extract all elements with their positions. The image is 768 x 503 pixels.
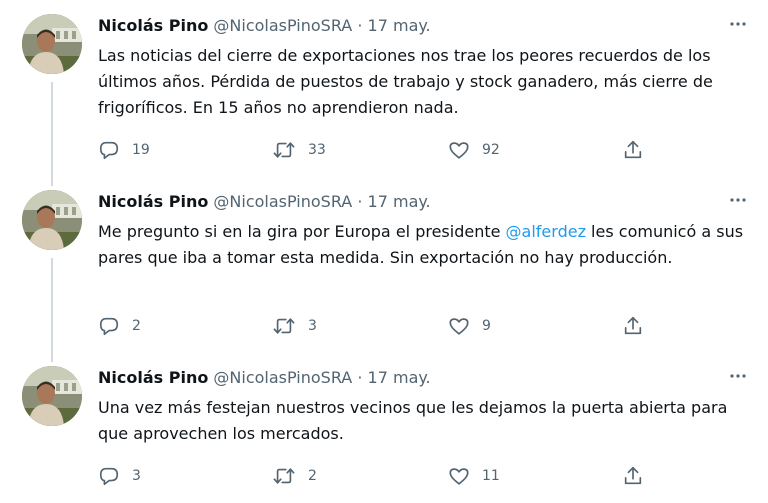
avatar[interactable]: [22, 190, 82, 250]
reply-icon: [99, 141, 119, 160]
tweet-text-body: Una vez más festejan nuestros vecinos qu…: [98, 398, 728, 443]
reply-button[interactable]: 2: [98, 314, 141, 338]
tweet-actions: 2 3 9: [98, 314, 658, 338]
author-handle[interactable]: @NicolasPinoSRA: [213, 16, 352, 35]
avatar-photo: [22, 14, 82, 74]
reply-count: 19: [132, 142, 150, 158]
more-icon: [730, 198, 746, 202]
share-icon: [624, 466, 642, 485]
more-options-button[interactable]: [728, 370, 748, 382]
like-count: 9: [482, 318, 491, 334]
like-icon: [449, 142, 469, 159]
more-icon: [730, 374, 746, 378]
tweet-text: Me pregunto si en la gira por Europa el …: [98, 219, 750, 271]
reply-icon: [99, 467, 119, 486]
header-separator: ·: [357, 16, 363, 35]
share-icon: [624, 316, 642, 335]
reply-button[interactable]: 19: [98, 138, 150, 162]
more-options-button[interactable]: [728, 18, 748, 30]
tweet-text: Una vez más festejan nuestros vecinos qu…: [98, 395, 750, 447]
tweet-date[interactable]: 17 may.: [368, 192, 431, 211]
share-button[interactable]: [622, 138, 644, 162]
tweet[interactable]: Nicolás Pino @NicolasPinoSRA · 17 may. L…: [0, 14, 768, 174]
author-handle[interactable]: @NicolasPinoSRA: [213, 368, 352, 387]
like-icon: [449, 468, 469, 485]
like-button[interactable]: 11: [448, 464, 500, 488]
author-handle[interactable]: @NicolasPinoSRA: [213, 192, 352, 211]
tweet-date[interactable]: 17 may.: [368, 16, 431, 35]
reply-count: 3: [132, 468, 141, 484]
user-mention-link[interactable]: @alferdez: [506, 222, 586, 241]
retweet-count: 33: [308, 142, 326, 158]
more-options-button[interactable]: [728, 194, 748, 206]
tweet-text-body: Las noticias del cierre de exportaciones…: [98, 46, 713, 117]
like-button[interactable]: 92: [448, 138, 500, 162]
header-separator: ·: [357, 368, 363, 387]
avatar[interactable]: [22, 366, 82, 426]
like-button[interactable]: 9: [448, 314, 491, 338]
retweet-count: 2: [308, 468, 317, 484]
share-icon: [624, 140, 642, 159]
like-icon: [449, 318, 469, 335]
author-name[interactable]: Nicolás Pino: [98, 16, 208, 35]
retweet-button[interactable]: 33: [272, 138, 326, 162]
header-separator: ·: [357, 192, 363, 211]
tweet-actions: 3 2 11: [98, 464, 658, 488]
retweet-icon: [273, 142, 295, 158]
tweet-text-body: Me pregunto si en la gira por Europa el …: [98, 222, 506, 241]
like-count: 11: [482, 468, 500, 484]
avatar-photo: [22, 190, 82, 250]
tweet-actions: 19 33 92: [98, 138, 658, 162]
tweet[interactable]: Nicolás Pino @NicolasPinoSRA · 17 may. M…: [0, 190, 768, 350]
like-count: 92: [482, 142, 500, 158]
retweet-count: 3: [308, 318, 317, 334]
avatar[interactable]: [22, 14, 82, 74]
tweet-text: Las noticias del cierre de exportaciones…: [98, 43, 750, 121]
avatar-photo: [22, 366, 82, 426]
retweet-icon: [273, 468, 295, 484]
tweet-date[interactable]: 17 may.: [368, 368, 431, 387]
tweet-thread: Nicolás Pino @NicolasPinoSRA · 17 may. L…: [0, 0, 768, 503]
share-button[interactable]: [622, 314, 644, 338]
reply-button[interactable]: 3: [98, 464, 141, 488]
share-button[interactable]: [622, 464, 644, 488]
reply-count: 2: [132, 318, 141, 334]
retweet-button[interactable]: 3: [272, 314, 317, 338]
reply-icon: [99, 317, 119, 336]
more-icon: [730, 22, 746, 26]
tweet-header: Nicolás Pino @NicolasPinoSRA · 17 may.: [98, 366, 431, 390]
retweet-icon: [273, 318, 295, 334]
tweet-header: Nicolás Pino @NicolasPinoSRA · 17 may.: [98, 190, 431, 214]
author-name[interactable]: Nicolás Pino: [98, 368, 208, 387]
tweet-header: Nicolás Pino @NicolasPinoSRA · 17 may.: [98, 14, 431, 38]
tweet[interactable]: Nicolás Pino @NicolasPinoSRA · 17 may. U…: [0, 366, 768, 496]
author-name[interactable]: Nicolás Pino: [98, 192, 208, 211]
retweet-button[interactable]: 2: [272, 464, 317, 488]
